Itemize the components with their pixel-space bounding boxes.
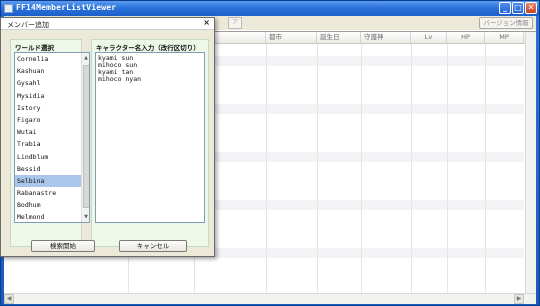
world-list-item[interactable]: Kashuan — [15, 65, 89, 77]
world-list-item[interactable]: Selbina — [15, 174, 89, 188]
world-list-item[interactable]: Istory — [15, 102, 89, 114]
world-list-item[interactable]: Gysahl — [15, 77, 89, 89]
scroll-right-icon[interactable]: ▶ — [514, 294, 524, 304]
world-list-item[interactable]: Bessid — [15, 163, 89, 175]
character-name-lines: kyami sun mihoco sun kyami tan mihoco nyan — [98, 55, 202, 83]
version-info-button[interactable]: バージョン情報 — [479, 17, 533, 29]
listbox-scroll-thumb[interactable] — [83, 65, 89, 208]
column-header-guardian[interactable]: 守護神 — [361, 32, 411, 44]
world-list-item[interactable]: Bodhum — [15, 199, 89, 211]
scroll-down-icon[interactable]: ▼ — [82, 212, 89, 222]
column-header-city[interactable]: 都市 — [266, 32, 317, 44]
world-select-group: ワールド選択 Cornelia Kashuan Gysahl Mysidia Istor… — [10, 39, 90, 247]
column-header-lv[interactable]: Lv — [411, 32, 447, 44]
grid-column-line — [266, 44, 267, 293]
title-bar[interactable]: FF14MemberListViewer _ □ ✕ — [1, 1, 539, 16]
world-list-item[interactable]: Rabanastre — [15, 187, 89, 199]
world-list-item[interactable]: Wutai — [15, 126, 89, 138]
column-header-hp[interactable]: HP — [447, 32, 485, 44]
horizontal-scrollbar[interactable]: ◀ ▶ — [4, 293, 536, 304]
world-select-label: ワールド選択 — [15, 44, 54, 52]
character-name-label: キャラクター名入力（改行区切り） — [96, 44, 200, 52]
grid-column-line — [485, 44, 486, 293]
grid-column-line — [447, 44, 448, 293]
dialog-title-bar[interactable]: メンバー追加 × — [1, 18, 214, 30]
search-start-button[interactable]: 検索開始 — [31, 240, 95, 252]
listbox-scrollbar[interactable]: ▲ ▼ — [81, 53, 89, 222]
world-listbox[interactable]: Cornelia Kashuan Gysahl Mysidia Istory Figaro… — [14, 52, 90, 223]
scroll-left-icon[interactable]: ◀ — [4, 294, 14, 304]
maximize-button[interactable]: □ — [512, 2, 524, 14]
app-icon — [4, 4, 13, 13]
world-list-item[interactable]: Melmond — [15, 211, 89, 222]
world-list-item[interactable]: Trabia — [15, 138, 89, 150]
world-list-item[interactable]: Mysidia — [15, 90, 89, 102]
world-list-item[interactable]: Figaro — [15, 114, 89, 126]
toolbar-button[interactable]: ア — [228, 17, 242, 29]
dialog-title: メンバー追加 — [7, 21, 49, 29]
world-list-item[interactable]: Cornelia — [15, 53, 89, 65]
close-button[interactable]: ✕ — [525, 2, 537, 14]
dialog-close-icon[interactable]: × — [203, 18, 210, 27]
cancel-button[interactable]: キャンセル — [119, 240, 187, 252]
world-list-item[interactable]: Lindblum — [15, 151, 89, 163]
character-name-group: キャラクター名入力（改行区切り） kyami sun mihoco sun kyam… — [91, 39, 209, 247]
column-header-mp[interactable]: MP — [485, 32, 524, 44]
world-list-items: Cornelia Kashuan Gysahl Mysidia Istory Figaro… — [15, 53, 89, 222]
add-member-dialog: メンバー追加 × ワールド選択 Cornelia Kashuan Gysahl Mys… — [0, 17, 215, 257]
scroll-up-icon[interactable]: ▲ — [82, 53, 89, 63]
grid-column-line — [317, 44, 318, 293]
character-name-line: mihoco nyan — [98, 75, 142, 83]
vertical-scrollbar[interactable] — [525, 32, 536, 293]
minimize-button[interactable]: _ — [499, 2, 511, 14]
window-title: FF14MemberListViewer — [16, 3, 117, 12]
column-header-birthday[interactable]: 誕生日 — [317, 32, 361, 44]
grid-column-line — [361, 44, 362, 293]
grid-column-line — [411, 44, 412, 293]
character-name-textarea[interactable]: kyami sun mihoco sun kyami tan mihoco nyan — [95, 52, 205, 223]
